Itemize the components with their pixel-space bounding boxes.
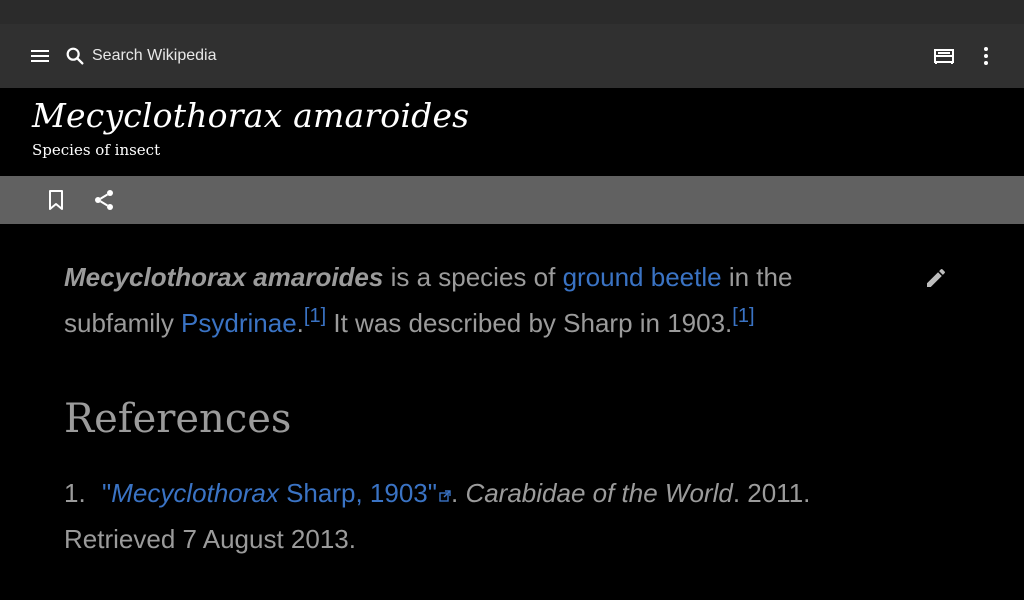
reference-number: 1. [64, 478, 86, 508]
menu-button[interactable] [28, 44, 52, 68]
search-icon [66, 47, 84, 65]
search-placeholder: Search Wikipedia [92, 47, 217, 64]
page-subtitle: Species of insect [32, 141, 161, 159]
reference-sep: . [450, 478, 466, 508]
intro-text-4: It was described by Sharp in 1903. [326, 308, 733, 338]
top-toolbar: Search Wikipedia [0, 24, 1024, 88]
menu-icon [31, 50, 49, 62]
save-bookmark-button[interactable] [44, 188, 68, 212]
citation-link-1[interactable]: [1] [304, 305, 326, 327]
bookmark-icon [49, 190, 63, 210]
reference-close-quote: " [427, 478, 437, 508]
article-content: Mecyclothorax amaroides is a species of … [0, 224, 1024, 600]
overflow-menu-button[interactable] [974, 44, 998, 68]
citation-link-2[interactable]: [1] [732, 305, 754, 327]
status-bar [0, 0, 1024, 24]
references-heading: References [64, 396, 292, 442]
reference-source: Carabidae of the World [465, 478, 733, 508]
reference-link-italic: Mecyclothorax [111, 478, 279, 508]
article-action-bar [0, 176, 1024, 224]
reading-list-icon [934, 49, 954, 64]
external-link-icon [439, 490, 451, 502]
reference-open-quote: " [102, 478, 112, 508]
page-title: Mecyclothorax amaroides [32, 96, 470, 135]
share-button[interactable] [92, 188, 116, 212]
reading-lists-button[interactable] [932, 44, 956, 68]
pencil-icon [927, 268, 945, 287]
reference-link[interactable]: "Mecyclothorax Sharp, 1903" [102, 478, 451, 508]
intro-paragraph: Mecyclothorax amaroides is a species of … [64, 254, 864, 346]
reference-item: 1. "Mecyclothorax Sharp, 1903". Carabidae… [64, 470, 884, 562]
psydrinae-link[interactable]: Psydrinae [181, 308, 297, 338]
intro-text-3: . [296, 308, 304, 338]
edit-section-button[interactable] [924, 266, 948, 290]
article-bold-name: Mecyclothorax amaroides [64, 262, 384, 292]
ground-beetle-link[interactable]: ground beetle [563, 262, 722, 292]
reference-link-rest: Sharp, 1903 [278, 478, 428, 508]
share-icon [95, 190, 113, 210]
article-header: Mecyclothorax amaroides Species of insec… [0, 88, 1024, 176]
more-vert-icon [984, 47, 988, 65]
search-input[interactable]: Search Wikipedia [64, 40, 364, 72]
intro-text-1: is a species of [383, 262, 563, 292]
